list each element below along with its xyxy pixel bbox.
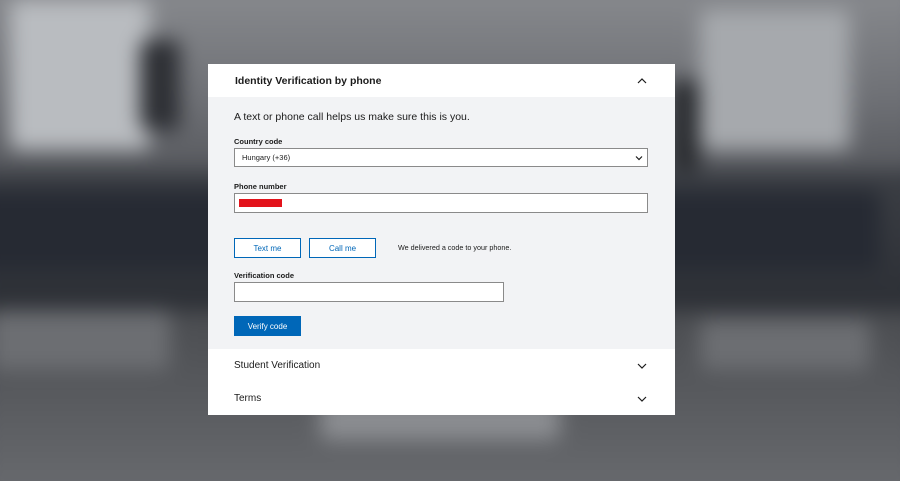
- verification-card: Identity Verification by phone A text or…: [208, 64, 675, 415]
- chevron-up-icon[interactable]: [636, 75, 648, 87]
- chevron-down-icon: [635, 156, 643, 161]
- phone-verification-header[interactable]: Identity Verification by phone: [208, 64, 675, 97]
- country-code-label: Country code: [234, 137, 283, 146]
- text-me-button[interactable]: Text me: [234, 238, 301, 258]
- phone-number-input[interactable]: [234, 193, 648, 213]
- country-code-select[interactable]: Hungary (+36): [234, 148, 648, 167]
- call-me-button[interactable]: Call me: [309, 238, 376, 258]
- chevron-down-icon[interactable]: [636, 393, 648, 405]
- delivery-status-text: We delivered a code to your phone.: [398, 243, 512, 252]
- chevron-down-icon[interactable]: [636, 360, 648, 372]
- verify-code-button[interactable]: Verify code: [234, 316, 301, 336]
- student-verification-header[interactable]: Student Verification: [208, 349, 675, 382]
- terms-header[interactable]: Terms: [208, 382, 675, 415]
- verification-code-label: Verification code: [234, 271, 295, 280]
- phone-number-label: Phone number: [234, 182, 287, 191]
- terms-title: Terms: [234, 393, 262, 404]
- redacted-phone-number: [239, 199, 282, 207]
- student-verification-title: Student Verification: [234, 360, 321, 371]
- phone-verification-title: Identity Verification by phone: [235, 74, 382, 87]
- country-code-value: Hungary (+36): [242, 153, 291, 162]
- phone-verification-panel: A text or phone call helps us make sure …: [208, 97, 675, 349]
- verification-code-input[interactable]: [234, 282, 504, 302]
- intro-text: A text or phone call helps us make sure …: [234, 111, 470, 123]
